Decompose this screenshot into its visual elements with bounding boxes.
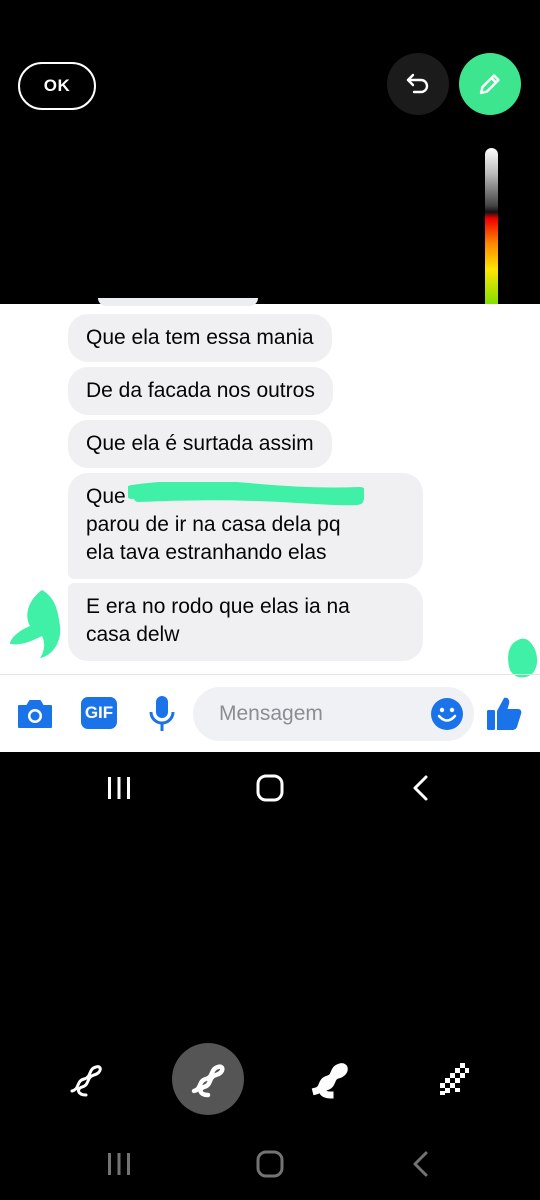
message-bubble: E era no rodo que elas ia na casa delw [68, 583, 423, 661]
device-home-button[interactable] [230, 1134, 310, 1194]
message-line: ela tava estranhando elas [86, 541, 327, 564]
message-bubble: Que ela tem essa mania [68, 314, 332, 362]
pen-brush-icon [70, 1065, 102, 1097]
back-button[interactable] [381, 758, 461, 818]
camera-icon [18, 700, 52, 728]
avatar-scribble [10, 590, 61, 658]
message-line: parou de ir na casa dela pq [86, 513, 341, 536]
camera-button[interactable] [14, 694, 56, 734]
message-bubble: De da facada nos outros [68, 367, 333, 415]
message-placeholder: Mensagem [219, 702, 323, 725]
marker-brush-icon [191, 1064, 225, 1098]
gif-button[interactable]: GIF [79, 694, 119, 732]
pen-button[interactable] [459, 53, 521, 115]
message-line: E era no rodo que elas ia na [86, 595, 350, 618]
device-back-button[interactable] [381, 1134, 461, 1194]
microphone-icon [149, 696, 175, 731]
chat-area: Que ela tem essa mania De da facada nos … [0, 298, 540, 752]
mosaic-brush-icon [440, 1063, 469, 1095]
recent-apps-button[interactable] [79, 758, 159, 818]
composer-divider [0, 674, 540, 675]
back-icon [413, 1151, 428, 1177]
brush-selector [0, 1043, 540, 1117]
mosaic-brush-button[interactable] [416, 1043, 488, 1115]
marker-brush-button[interactable] [172, 1043, 244, 1115]
home-icon [256, 1150, 284, 1178]
screenshot-nav-bar [0, 758, 540, 818]
message-input[interactable]: Mensagem [193, 687, 474, 741]
device-recent-apps-button[interactable] [79, 1134, 159, 1194]
pen-icon [479, 74, 500, 95]
home-button[interactable] [230, 758, 310, 818]
recent-apps-icon [108, 777, 130, 799]
gif-icon: GIF [81, 697, 117, 729]
microphone-button[interactable] [143, 692, 181, 736]
recent-apps-icon [108, 1153, 130, 1175]
pen-brush-button[interactable] [50, 1043, 122, 1115]
back-icon [413, 775, 428, 801]
highlighter-brush-icon [311, 1063, 348, 1099]
emoji-icon [431, 698, 463, 730]
like-button[interactable] [484, 692, 524, 734]
home-icon [256, 774, 284, 802]
ok-button[interactable]: OK [18, 62, 96, 110]
emoji-button[interactable] [430, 697, 464, 737]
previous-message-edge [98, 298, 258, 306]
undo-button[interactable] [387, 53, 449, 115]
undo-icon [406, 73, 429, 94]
device-nav-bar [0, 1134, 540, 1194]
thumbs-up-icon [487, 697, 522, 730]
redaction-scribble [128, 482, 364, 506]
message-bubble: Que ela é surtada assim [68, 420, 332, 468]
highlighter-brush-button[interactable] [294, 1043, 366, 1115]
message-line: casa delw [86, 623, 180, 646]
